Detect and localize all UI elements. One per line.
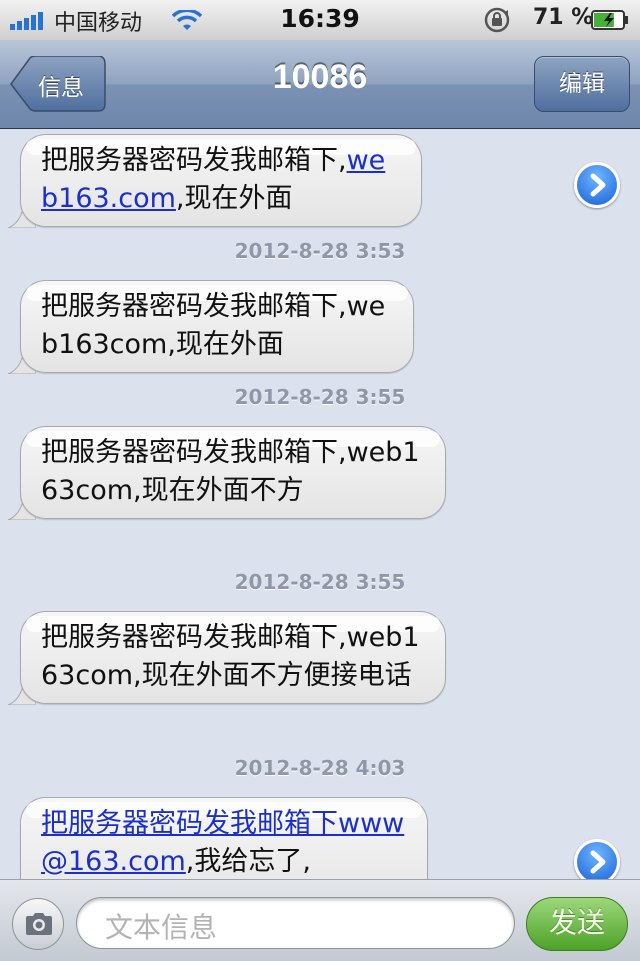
message-timestamp: 2012-8-28 4:03: [234, 756, 406, 780]
battery-charging-icon: [591, 10, 628, 30]
message-text: 把服务器密码发我邮箱下www@163.com,我给忘了,: [41, 808, 404, 877]
message-timestamp: 2012-8-28 3:55: [234, 570, 406, 594]
conversation-title: 10086: [272, 58, 368, 96]
message-text-part: ,我给忘了,: [185, 846, 311, 877]
detail-arrow-button[interactable]: [574, 162, 620, 208]
message-bubble[interactable]: 把服务器密码发我邮箱下,web163com,现在外面: [20, 280, 414, 373]
chevron-right-icon: [590, 173, 606, 197]
message-link[interactable]: 把服务器密码发我邮箱下: [41, 808, 338, 839]
edit-button[interactable]: 编辑: [534, 56, 630, 112]
message-text: 把服务器密码发我邮箱下,web163.com,现在外面: [41, 145, 385, 214]
message-bubble[interactable]: 把服务器密码发我邮箱下,web163.com,现在外面: [20, 134, 422, 227]
status-bar: 中国移动 16:39 71 %: [0, 0, 640, 41]
battery-percent: 71 %: [533, 5, 594, 30]
detail-arrow-button[interactable]: [574, 839, 620, 879]
message-list[interactable]: 把服务器密码发我邮箱下,web163.com,现在外面 2012-8-28 3:…: [0, 129, 640, 879]
camera-button[interactable]: [12, 898, 64, 950]
message-text-part: 把服务器密码发我邮箱下,: [41, 145, 347, 176]
message-text-part: ,现在外面: [175, 183, 293, 214]
message-text: 把服务器密码发我邮箱下,web163com,现在外面: [41, 291, 386, 360]
message-text: 把服务器密码发我邮箱下,web163com,现在外面不方便接电话: [41, 622, 420, 691]
message-timestamp: 2012-8-28 3:53: [234, 239, 406, 263]
compose-bar: 发送: [0, 879, 640, 961]
back-button-label: 信息: [38, 75, 84, 101]
orientation-lock-icon: [484, 7, 510, 33]
chevron-right-icon: [590, 850, 606, 874]
message-text: 把服务器密码发我邮箱下,web163com,现在外面不方: [41, 437, 420, 506]
camera-icon: [26, 913, 52, 935]
message-bubble[interactable]: 把服务器密码发我邮箱下,web163com,现在外面不方便接电话: [20, 611, 446, 704]
message-input[interactable]: [76, 897, 515, 949]
navigation-bar: 信息 10086 编辑: [0, 40, 640, 129]
message-bubble[interactable]: 把服务器密码发我邮箱下,web163com,现在外面不方: [20, 426, 446, 519]
message-timestamp: 2012-8-28 3:55: [234, 385, 406, 409]
send-button[interactable]: 发送: [526, 897, 628, 951]
back-button[interactable]: 信息: [10, 56, 106, 112]
message-bubble[interactable]: 把服务器密码发我邮箱下www@163.com,我给忘了,: [20, 797, 428, 879]
